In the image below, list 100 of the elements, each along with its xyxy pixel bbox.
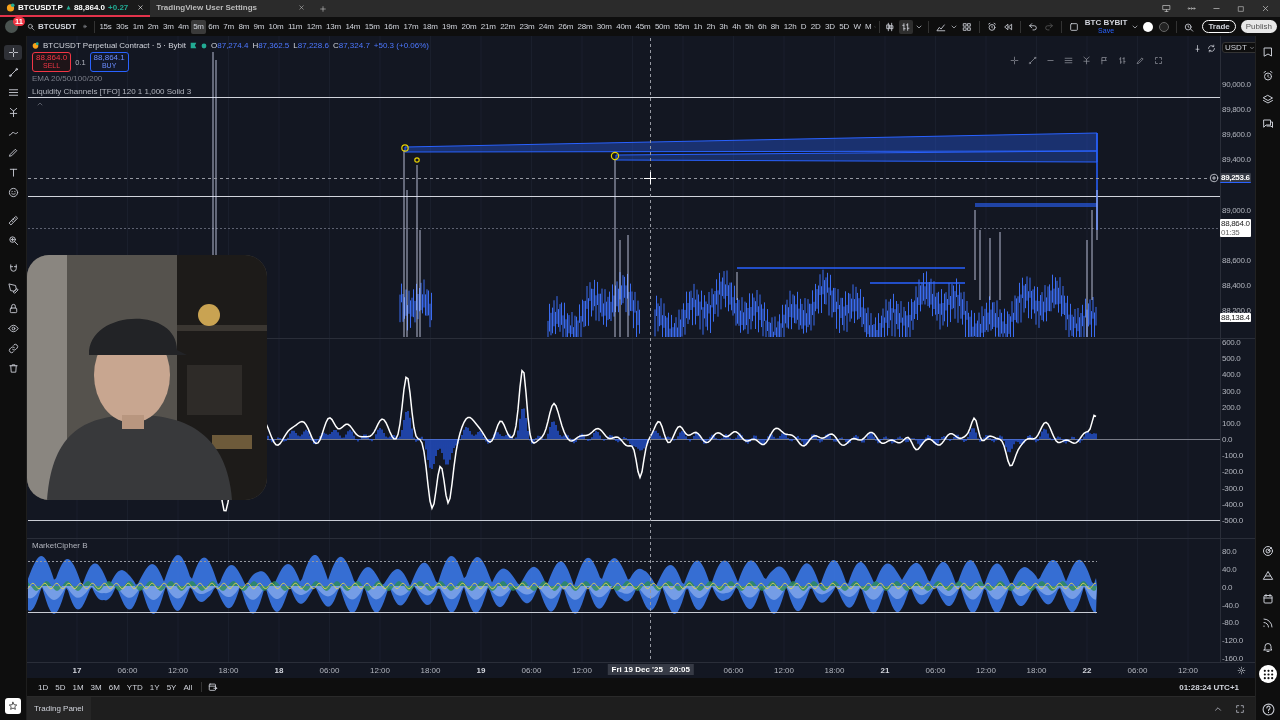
interval-button[interactable]: 40m — [614, 19, 634, 34]
interval-button[interactable]: 5h — [742, 19, 756, 34]
undo-icon[interactable] — [1027, 21, 1038, 32]
publish-button[interactable]: Publish — [1240, 20, 1277, 33]
range-button[interactable]: 1D — [35, 680, 52, 694]
layers-icon[interactable] — [1262, 94, 1274, 106]
interval-button[interactable]: 24m — [536, 19, 556, 34]
rewind-icon[interactable] — [1002, 21, 1013, 32]
calendar-icon[interactable] — [1262, 593, 1274, 605]
range-button[interactable]: 5D — [52, 680, 69, 694]
interval-button[interactable]: 6h — [755, 19, 769, 34]
interval-button[interactable]: 5m — [190, 19, 207, 34]
range-button[interactable]: 1Y — [146, 680, 163, 694]
grid-icon[interactable] — [961, 21, 972, 32]
trading-panel-tab[interactable]: Trading Panel — [27, 697, 91, 720]
cursor-icon[interactable] — [1010, 56, 1019, 65]
target-icon[interactable] — [1262, 545, 1274, 557]
interval-button[interactable]: 5D — [837, 19, 852, 34]
interval-button[interactable]: 14m — [343, 19, 363, 34]
interval-button[interactable]: 30m — [594, 19, 614, 34]
interval-button[interactable]: 1m — [130, 19, 146, 34]
layout-name[interactable]: BTC BYBIT — [1084, 19, 1128, 27]
interval-button[interactable]: 45m — [633, 19, 653, 34]
bar-chart-icon[interactable] — [900, 21, 911, 32]
trend-line-icon[interactable] — [1028, 56, 1037, 65]
maximize-icon[interactable] — [1237, 4, 1245, 13]
interval-button[interactable]: 16m — [381, 19, 402, 34]
interval-button[interactable]: 4h — [730, 19, 743, 34]
interval-button[interactable]: 18m — [420, 19, 440, 34]
close-icon[interactable] — [137, 4, 145, 11]
square-icon[interactable] — [1068, 21, 1079, 32]
range-button[interactable]: All — [180, 680, 196, 694]
interval-button[interactable]: 15m — [362, 19, 382, 34]
close-icon[interactable] — [298, 4, 306, 11]
interval-button[interactable]: 4m — [175, 19, 191, 34]
maximize-icon[interactable] — [1235, 703, 1245, 714]
interval-button[interactable]: 15s — [97, 19, 114, 34]
monitor-icon[interactable] — [1162, 4, 1171, 13]
go-to-date-icon[interactable] — [208, 682, 219, 692]
interval-button[interactable]: 1h — [691, 19, 705, 34]
range-button[interactable]: YTD — [123, 680, 146, 694]
interval-button[interactable]: 2m — [145, 19, 161, 34]
interval-button[interactable]: 2D — [808, 19, 823, 34]
alarm-clock-icon[interactable] — [1262, 70, 1274, 82]
pencil-icon[interactable] — [1136, 56, 1145, 65]
interval-button[interactable]: 3h — [717, 19, 730, 34]
symbol-search-button[interactable]: BTCUSDT — [24, 22, 80, 31]
watchlist-icon[interactable] — [1262, 46, 1274, 58]
pin-icon[interactable] — [1193, 44, 1202, 53]
interval-button[interactable]: 11m — [285, 19, 305, 34]
interval-button[interactable]: D — [798, 19, 809, 34]
plus-circle-icon[interactable] — [1209, 172, 1219, 183]
alarm-clock-icon[interactable] — [986, 21, 997, 32]
interval-button[interactable]: 8m — [236, 19, 252, 34]
interval-button[interactable]: 17m — [401, 19, 421, 34]
settings-icon[interactable] — [1237, 666, 1246, 675]
interval-button[interactable]: 26m — [555, 19, 576, 34]
bell-icon[interactable] — [1262, 641, 1274, 653]
flag-icon[interactable] — [190, 42, 197, 49]
close-icon[interactable] — [1261, 4, 1270, 13]
sync-icon[interactable] — [1207, 44, 1216, 53]
interval-button[interactable]: 6m — [206, 19, 222, 34]
chat-icon[interactable] — [1262, 118, 1274, 130]
line-chart-icon[interactable] — [935, 21, 946, 32]
interval-button[interactable]: 12m — [304, 19, 324, 34]
interval-button[interactable]: 30s — [113, 19, 131, 34]
candlestick-icon[interactable] — [884, 21, 895, 32]
browser-tab[interactable]: BTCUSDT.P 88,864.0 +0.27 — [0, 0, 151, 17]
range-button[interactable]: 1M — [69, 680, 87, 694]
fork-icon[interactable] — [1082, 56, 1091, 65]
range-button[interactable]: 3M — [87, 680, 105, 694]
interval-button[interactable]: M — [862, 19, 874, 34]
interval-button[interactable]: 10m — [266, 19, 286, 34]
interval-button[interactable]: 3m — [160, 19, 176, 34]
interval-button[interactable]: W — [851, 19, 863, 34]
bar-chart-icon[interactable] — [1118, 56, 1127, 65]
range-button[interactable]: 6M — [105, 680, 123, 694]
interval-button[interactable]: 20m — [459, 19, 479, 34]
flag-icon[interactable] — [1100, 56, 1109, 65]
range-button[interactable]: 5Y — [163, 680, 180, 694]
interval-button[interactable]: 19m — [439, 19, 460, 34]
browser-tab[interactable]: TradingView User Settings — [150, 0, 312, 17]
interval-button[interactable]: 3D — [822, 19, 837, 34]
interval-button[interactable]: 55m — [672, 19, 692, 34]
expand-icon[interactable] — [1154, 56, 1163, 65]
signal-icon[interactable] — [1262, 617, 1274, 629]
interval-button[interactable]: 9m — [251, 19, 267, 34]
interval-button[interactable]: 13m — [323, 19, 344, 34]
interval-button[interactable]: 28m — [575, 19, 595, 34]
interval-button[interactable]: 7m — [221, 19, 237, 34]
interval-button[interactable]: 8h — [768, 19, 782, 34]
interval-button[interactable]: 22m — [497, 19, 518, 34]
plus-icon[interactable] — [319, 4, 328, 13]
interval-button[interactable]: 2h — [704, 19, 718, 34]
search-icon[interactable] — [27, 22, 35, 31]
dots-icon[interactable] — [1187, 4, 1196, 13]
help-icon[interactable] — [1261, 703, 1275, 716]
mountain-icon[interactable] — [1262, 569, 1274, 581]
chevron-up-icon[interactable] — [36, 100, 44, 108]
interval-button[interactable]: 21m — [478, 19, 498, 34]
